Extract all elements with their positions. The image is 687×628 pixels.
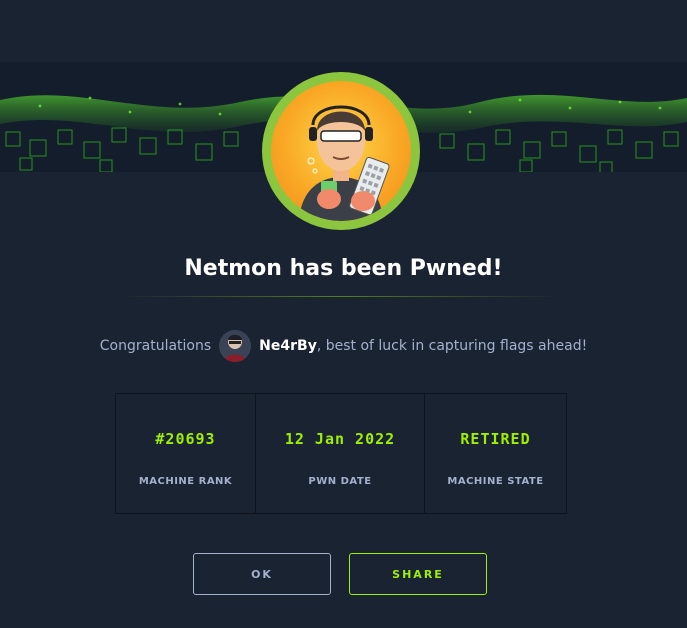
machine-state-label: MACHINE STATE [447,476,544,487]
pwn-date-label: PWN DATE [308,476,372,487]
stat-machine-state: RETIRED MACHINE STATE [425,394,566,513]
stat-machine-rank: #20693 MACHINE RANK [116,394,256,513]
stat-pwn-date: 12 Jan 2022 PWN DATE [256,394,425,513]
pwn-date-value: 12 Jan 2022 [284,430,396,448]
stats-panel: #20693 MACHINE RANK 12 Jan 2022 PWN DATE… [115,393,567,514]
user-avatar-icon [219,330,252,362]
ok-button[interactable]: OK [193,553,331,595]
machine-state-value: RETIRED [460,430,531,448]
username-link[interactable]: Ne4rBy [259,338,317,354]
congrats-suffix: , best of luck in capturing flags ahead! [316,338,588,354]
machine-rank-label: MACHINE RANK [138,476,233,487]
modal-title: Netmon has been Pwned! [184,256,503,281]
machine-rank-value: #20693 [155,430,216,448]
share-button[interactable]: SHARE [349,553,487,595]
congrats-prefix: Congratulations [99,338,212,354]
machine-avatar [262,72,420,230]
title-divider [120,296,560,297]
hacker-avatar-icon [271,81,411,221]
congratulations-message: Congratulations Ne4rBy , best of luck in… [0,330,687,362]
